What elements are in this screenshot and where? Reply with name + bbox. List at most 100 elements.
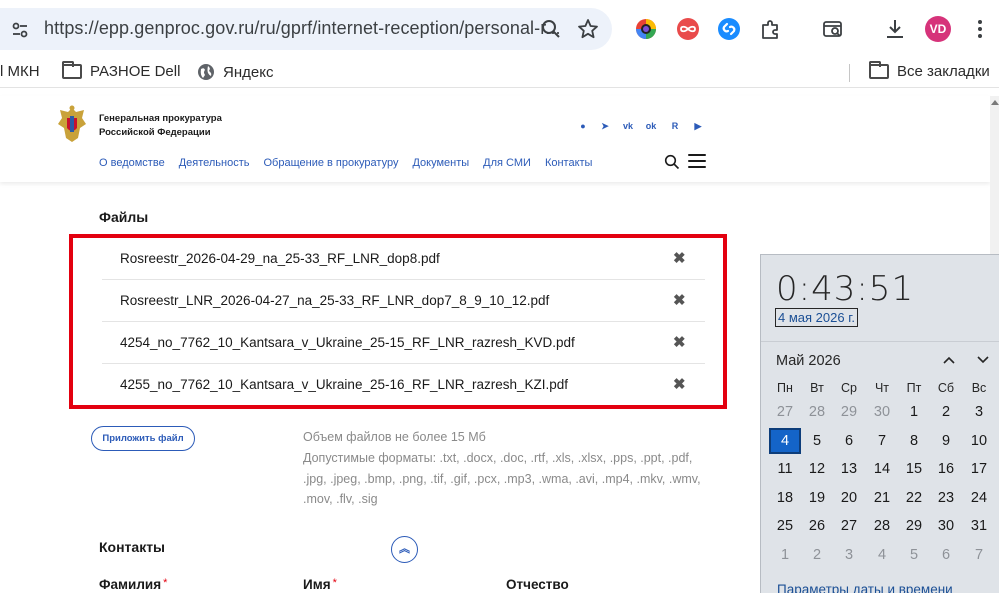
attach-file-button[interactable]: Приложить файл [91, 426, 195, 451]
calendar-day[interactable]: 14 [866, 456, 898, 482]
calendar-day[interactable]: 12 [801, 456, 833, 482]
bookmark-mkn[interactable]: l МКН [0, 63, 40, 80]
calendar-day[interactable]: 28 [801, 399, 833, 425]
calendar-day[interactable]: 25 [769, 513, 801, 539]
nav-appeal[interactable]: Обращение в прокуратуру [264, 157, 399, 169]
calendar-day[interactable]: 19 [801, 485, 833, 511]
calendar-day[interactable]: 4 [866, 542, 898, 568]
remove-file-icon[interactable]: ✖ [673, 335, 686, 350]
weekday-label: Ср [841, 381, 857, 395]
contacts-section-title: Контакты [99, 539, 166, 555]
bookmark-yandex[interactable]: Яндекс [197, 63, 273, 81]
scroll-up-arrow-icon[interactable] [991, 100, 999, 105]
calendar-day[interactable]: 27 [833, 513, 865, 539]
calendar-day[interactable]: 20 [833, 485, 865, 511]
remove-file-icon[interactable]: ✖ [673, 251, 686, 266]
calendar-day[interactable]: 10 [963, 428, 995, 454]
scroll-to-top-button[interactable]: ︽ [391, 536, 418, 563]
calendar-day[interactable]: 26 [801, 513, 833, 539]
bookmark-label: Яндекс [223, 63, 274, 81]
attached-files-list: Rosreestr_2026-04-29_na_25-33_RF_LNR_dop… [69, 234, 727, 409]
site-header: Генеральная прокуратура Российской Федер… [0, 96, 990, 182]
url-text[interactable]: https://epp.genproc.gov.ru/ru/gprf/inter… [44, 18, 561, 39]
calendar-day[interactable]: 24 [963, 485, 995, 511]
calendar-day[interactable]: 3 [833, 542, 865, 568]
page-scrollbar[interactable] [990, 96, 999, 254]
site-settings-icon[interactable] [10, 20, 30, 40]
calendar-month[interactable]: Май 2026 [776, 353, 841, 369]
calendar-day[interactable]: 29 [833, 399, 865, 425]
color-picker-extension-icon[interactable] [634, 17, 658, 41]
bookmark-star-icon[interactable] [577, 18, 599, 40]
calendar-day[interactable]: 2 [930, 399, 962, 425]
calendar-day[interactable]: 2 [801, 542, 833, 568]
files-section-title: Файлы [99, 209, 149, 225]
calendar-day[interactable]: 17 [963, 456, 995, 482]
shazam-extension-icon[interactable] [717, 17, 741, 41]
rutube-social-icon[interactable]: R [669, 120, 681, 132]
clock-date[interactable]: 4 мая 2026 г. [775, 308, 858, 327]
zoom-search-icon[interactable] [540, 18, 562, 40]
calendar-day[interactable]: 16 [930, 456, 962, 482]
next-month-icon[interactable] [976, 353, 990, 367]
calendar-day[interactable]: 11 [769, 456, 801, 482]
calendar-day[interactable]: 5 [898, 542, 930, 568]
calendar-day-today[interactable]: 4 [769, 427, 801, 454]
date-time-settings-link[interactable]: Параметры даты и времени [777, 582, 953, 593]
calendar-day[interactable]: 6 [930, 542, 962, 568]
calendar-day[interactable]: 13 [833, 456, 865, 482]
profile-avatar[interactable]: VD [925, 16, 951, 42]
surname-label: Фамилия * [99, 577, 167, 592]
remove-file-icon[interactable]: ✖ [673, 293, 686, 308]
tab-search-icon[interactable] [821, 17, 845, 41]
calendar-day[interactable]: 3 [963, 399, 995, 425]
calendar-day[interactable]: 23 [930, 485, 962, 511]
all-bookmarks-button[interactable]: Все закладки [869, 61, 990, 80]
telegram-social-icon[interactable]: ➤ [599, 120, 611, 132]
calendar-day[interactable]: 22 [898, 485, 930, 511]
calendar-day[interactable]: 21 [866, 485, 898, 511]
browser-menu-icon[interactable] [968, 17, 992, 41]
site-search-icon[interactable] [664, 154, 680, 170]
nav-activity[interactable]: Деятельность [179, 157, 250, 169]
calendar-day[interactable]: 27 [769, 399, 801, 425]
calendar-day[interactable]: 28 [866, 513, 898, 539]
calendar-day[interactable]: 7 [963, 542, 995, 568]
previous-month-icon[interactable] [942, 353, 956, 367]
remove-file-icon[interactable]: ✖ [673, 377, 686, 392]
nav-contacts[interactable]: Контакты [545, 157, 593, 169]
calendar-day[interactable]: 9 [930, 428, 962, 454]
calendar-day[interactable]: 8 [898, 428, 930, 454]
vk-social-icon[interactable]: vk [621, 120, 635, 132]
calendar-day[interactable]: 29 [898, 513, 930, 539]
infinity-extension-icon[interactable] [676, 17, 700, 41]
globe-icon [198, 64, 214, 80]
ok-social-icon[interactable]: ok [645, 120, 657, 132]
calendar-day[interactable]: 30 [930, 513, 962, 539]
youtube-social-icon[interactable]: ▶ [692, 120, 704, 132]
hamburger-menu-icon[interactable] [688, 154, 706, 168]
calendar-day[interactable]: 5 [801, 428, 833, 454]
calendar-day[interactable]: 6 [833, 428, 865, 454]
clock-time: 0:43:51 [776, 269, 915, 309]
main-nav: О ведомстве Деятельность Обращение в про… [99, 157, 592, 169]
nav-media[interactable]: Для СМИ [483, 157, 531, 169]
calendar-day[interactable]: 31 [963, 513, 995, 539]
max-social-icon[interactable]: ● [577, 120, 589, 132]
nav-about[interactable]: О ведомстве [99, 157, 165, 169]
extensions-puzzle-icon[interactable] [759, 17, 783, 41]
calendar-day[interactable]: 30 [866, 399, 898, 425]
org-name[interactable]: Генеральная прокуратура Российской Федер… [99, 112, 239, 140]
bookmark-folder-dell[interactable]: РАЗНОЕ Dell [62, 61, 180, 80]
weekday-label: Пн [777, 381, 793, 395]
calendar-day[interactable]: 15 [898, 456, 930, 482]
calendar-day[interactable]: 7 [866, 428, 898, 454]
file-row: 4254_no_7762_10_Kantsara_v_Ukraine_25-15… [102, 322, 705, 364]
calendar-day[interactable]: 1 [769, 542, 801, 568]
prosecutor-emblem-icon[interactable] [54, 104, 90, 144]
calendar-day[interactable]: 1 [898, 399, 930, 425]
address-bar[interactable]: https://epp.genproc.gov.ru/ru/gprf/inter… [0, 8, 612, 50]
calendar-day[interactable]: 18 [769, 485, 801, 511]
nav-documents[interactable]: Документы [412, 157, 469, 169]
download-icon[interactable] [883, 17, 907, 41]
